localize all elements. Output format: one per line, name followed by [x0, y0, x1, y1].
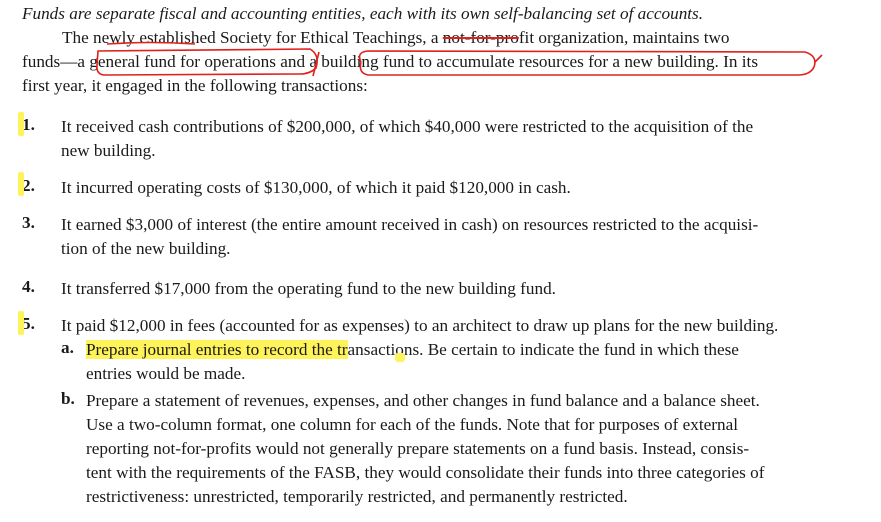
part-a-text: ansactions. Be certain to indicate the f… [347, 340, 739, 359]
item-text: It received cash contributions of $200,0… [61, 117, 754, 136]
item-text: It transferred $17,000 from the operatin… [61, 279, 556, 298]
intro-text: The newly established Society for Ethica… [62, 28, 443, 47]
intro-text: funds—a [22, 52, 90, 71]
struck-text: not-for-pro [442, 28, 519, 47]
part-b-line: Prepare a statement of revenues, expense… [86, 391, 760, 410]
intro-line-1: The newly established Society for Ethica… [62, 27, 730, 49]
highlighter-mark [18, 311, 24, 335]
item-text: It paid $12,000 in fees (accounted for a… [61, 316, 779, 335]
item-text: new building. [61, 141, 156, 160]
part-b-line: restrictiveness: unrestricted, temporari… [86, 487, 628, 506]
part-b-line: reporting not-for-profits would not gene… [86, 439, 750, 458]
part-b-line: tent with the requirements of the FASB, … [86, 463, 765, 482]
part-b-label: b. [61, 389, 75, 408]
item-text: tion of the new building. [61, 239, 231, 258]
part-a-label: a. [61, 338, 74, 357]
intro-text: and a [275, 52, 322, 71]
part-a-line-1: Prepare journal entries to record the tr… [86, 338, 739, 363]
highlighter-mark [395, 353, 405, 362]
intro-line-3: first year, it engaged in the following … [22, 76, 368, 95]
item-number: 3. [22, 213, 35, 232]
item-text: It incurred operating costs of $130,000,… [61, 178, 571, 197]
highlighter-mark [18, 172, 24, 196]
textbook-page: Funds are separate fiscal and accounting… [0, 0, 881, 522]
circled-building-fund: building fund to accumulate resources fo… [321, 52, 719, 71]
item-text: It earned $3,000 of interest (the entire… [61, 215, 759, 234]
circled-general-fund: general fund for operations [89, 52, 276, 71]
intro-line-2: funds—a general fund for operations and … [22, 51, 758, 73]
highlighted-text: Prepare journal entries to record the tr [86, 340, 348, 359]
part-a-line-2: entries would be made. [86, 364, 246, 383]
highlighter-mark [18, 112, 24, 136]
pen-stroke [814, 54, 823, 63]
section-heading: Funds are separate fiscal and accounting… [22, 4, 704, 23]
part-b-line: Use a two-column format, one column for … [86, 415, 738, 434]
item-number: 4. [22, 277, 35, 296]
intro-text: In its [718, 52, 759, 71]
intro-text: fit organization, maintains two [518, 28, 730, 47]
